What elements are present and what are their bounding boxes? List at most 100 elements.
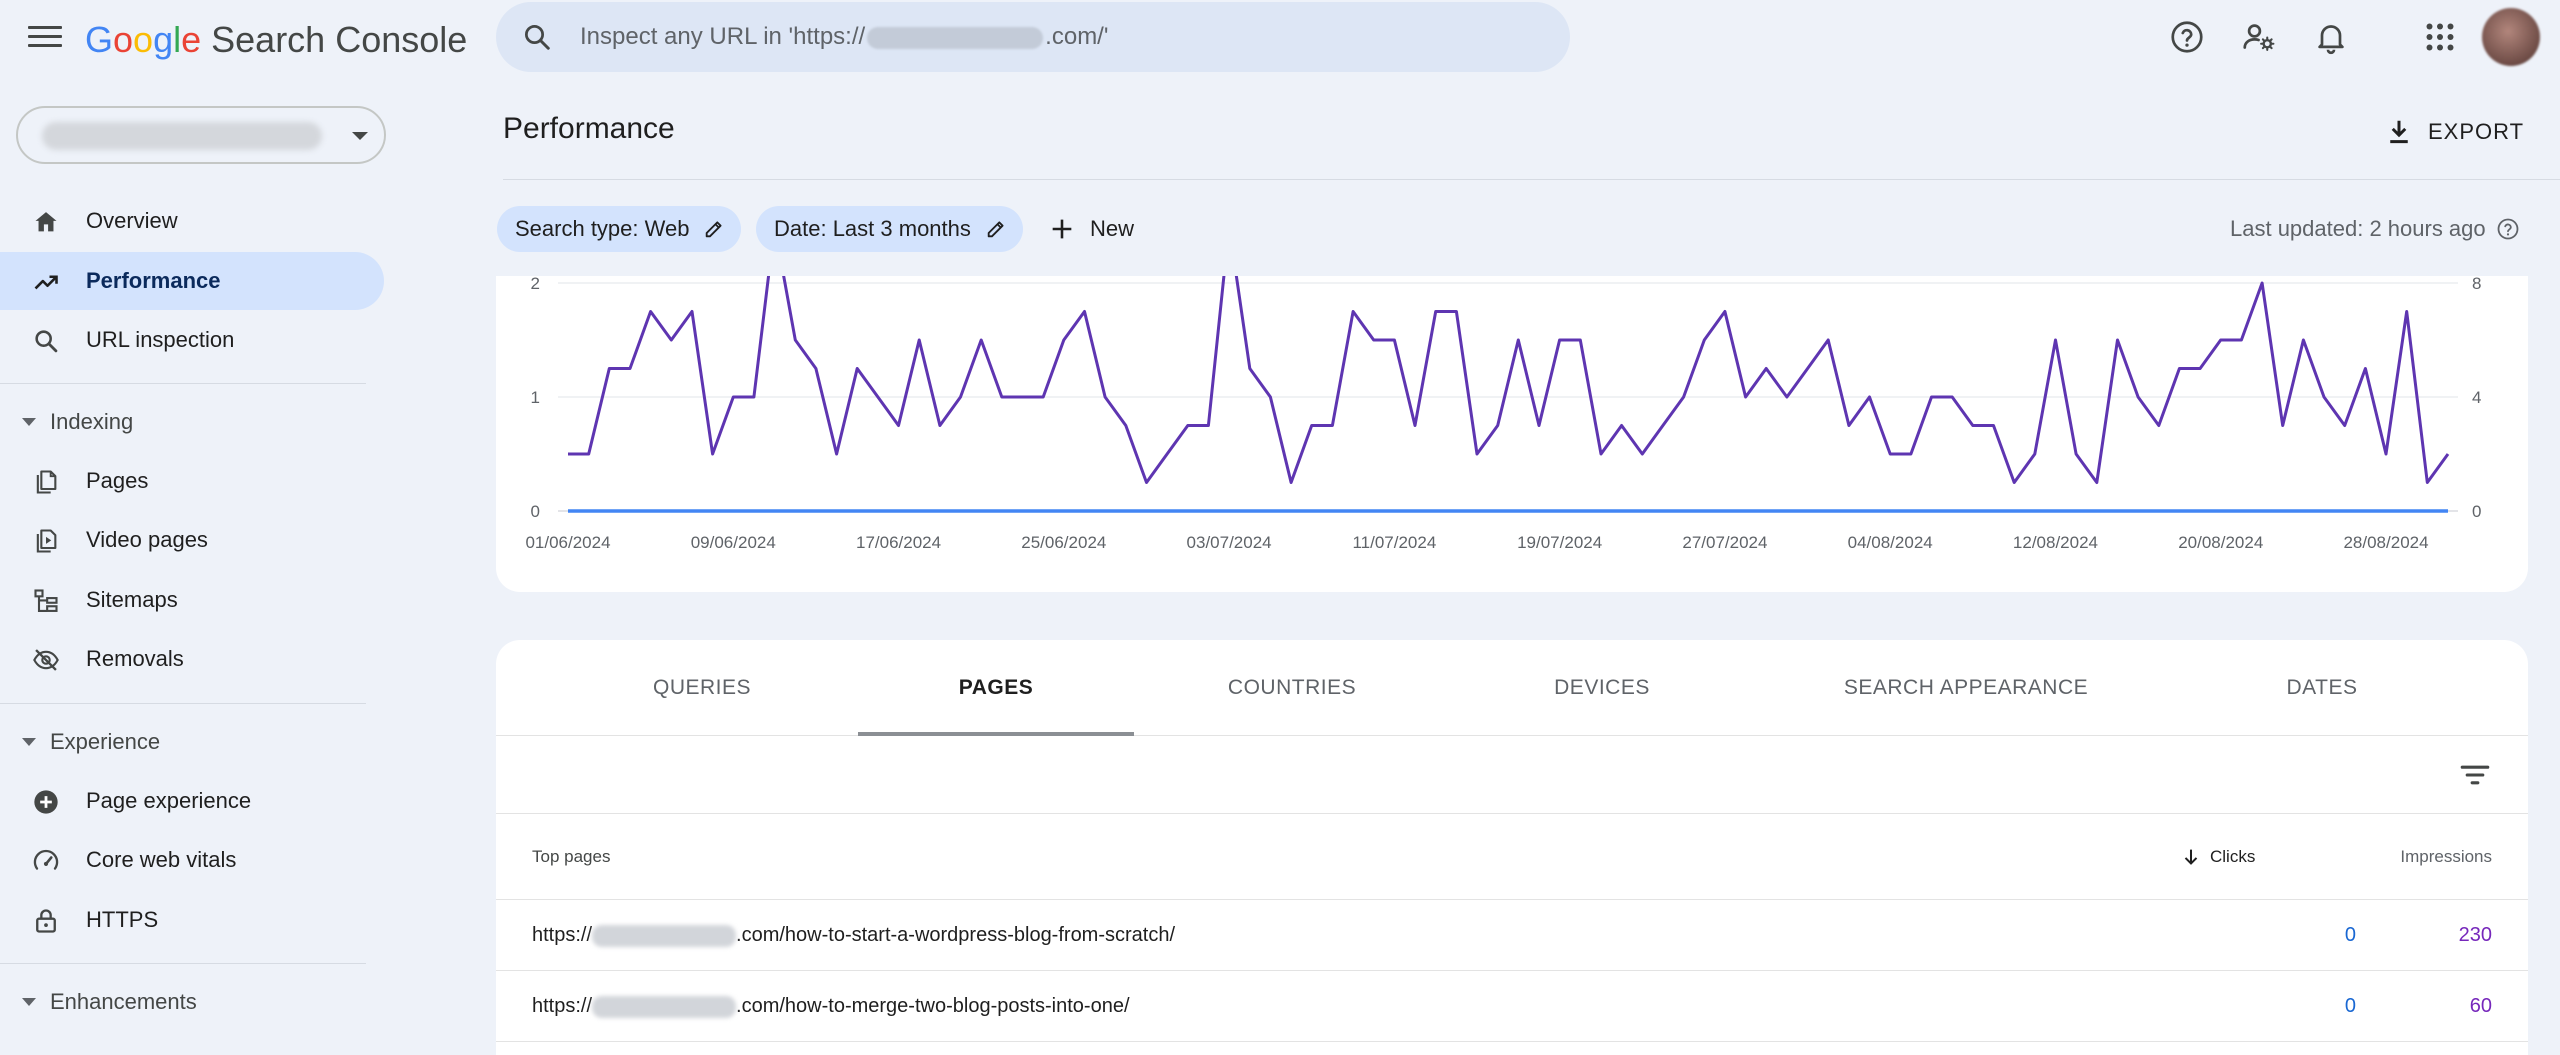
search-placeholder[interactable]: Inspect any URL in 'https:// .com/' [580, 2, 1108, 72]
sidebar-section-indexing[interactable]: Indexing [0, 396, 380, 448]
tab-pages[interactable]: PAGES [858, 640, 1134, 736]
url-path: .com/how-to-start-a-wordpress-blog-from-… [736, 924, 1176, 946]
x-tick-label: 17/06/2024 [856, 533, 941, 552]
sidebar-section-label: Experience [50, 729, 161, 754]
logo-letter: o [113, 19, 134, 60]
sidebar-item-url-inspection[interactable]: URL inspection [0, 311, 384, 369]
y-left-tick-label: 0 [531, 502, 540, 521]
page-title: Performance [503, 112, 675, 145]
sidebar-item-removals[interactable]: Removals [0, 630, 384, 688]
logo-letter: G [85, 19, 114, 60]
search-placeholder-suffix: .com/' [1045, 23, 1109, 50]
sidebar-item-label: Sitemaps [86, 587, 178, 612]
table-row[interactable]: https:// .com/how-to-start-a-wordpress-bl… [496, 900, 2528, 971]
edit-pencil-icon[interactable] [985, 218, 1007, 240]
column-header-clicks[interactable]: Clicks [2180, 814, 2255, 900]
video-icon [36, 529, 57, 553]
dimension-tabs: QUERIES PAGES COUNTRIES DEVICES SEARCH A… [496, 640, 2528, 736]
table-header: Top pages Clicks Impressions [496, 814, 2528, 900]
table-row[interactable]: https:// .com/how-to-merge-two-blog-posts… [496, 971, 2528, 1042]
redacted-domain [592, 995, 737, 1018]
sidebar-divider [0, 963, 366, 964]
sidebar-item-label: Overview [86, 208, 178, 233]
clicks-value: 0 [2344, 995, 2356, 1017]
tab-dates[interactable]: DATES [2216, 640, 2428, 736]
x-tick-label: 11/07/2024 [1352, 533, 1436, 552]
filter-icon[interactable] [2458, 758, 2492, 792]
hamburger-menu-icon[interactable] [28, 22, 62, 50]
x-tick-label: 01/06/2024 [525, 533, 610, 552]
sidebar-item-page-experience[interactable]: Page experience [0, 772, 384, 830]
export-label: EXPORT [2428, 119, 2525, 144]
x-tick-label: 19/07/2024 [1517, 533, 1602, 552]
x-tick-label: 25/06/2024 [1021, 533, 1106, 552]
sidebar-item-overview[interactable]: Overview [0, 192, 384, 250]
download-icon [2390, 120, 2408, 144]
app-logo[interactable]: Google Search Console [85, 18, 467, 62]
sidebar-item-label: Core web vitals [86, 847, 237, 872]
sidebar-divider [0, 703, 366, 704]
bell-icon[interactable] [2313, 19, 2349, 55]
page-url[interactable]: https:// .com/how-to-merge-two-blog-posts… [532, 971, 1130, 1042]
performance-chart[interactable]: 0 1 2 0 4 8 01/06/2024 09/06/2024 17/06/2024 25/0… [496, 276, 2528, 592]
sidebar-item-label: Removals [86, 646, 184, 671]
date-range-chip[interactable]: Date: Last 3 months [756, 206, 1023, 252]
sidebar-item-pages[interactable]: Pages [0, 452, 384, 510]
url-path: .com/how-to-merge-two-blog-posts-into-on… [736, 995, 1130, 1017]
arrow-down-icon [2184, 849, 2198, 865]
y-right-tick-label: 8 [2472, 276, 2481, 293]
apps-grid-icon[interactable] [2422, 19, 2458, 55]
column-header-impressions[interactable]: Impressions [2332, 814, 2492, 900]
tab-queries[interactable]: QUERIES [596, 640, 808, 736]
plus-circle-icon [34, 790, 58, 814]
new-filter-button[interactable]: New [1048, 206, 1134, 252]
redacted-domain [592, 924, 737, 947]
gauge-icon [33, 849, 59, 870]
logo-letter: o [133, 19, 154, 60]
last-updated-text: Last updated: 2 hours ago [2230, 216, 2486, 241]
url-inspect-search-bar[interactable]: Inspect any URL in 'https:// .com/' [496, 2, 1570, 72]
tab-search-appearance[interactable]: SEARCH APPEARANCE [1826, 640, 2106, 736]
edit-pencil-icon[interactable] [703, 218, 725, 240]
x-tick-label: 27/07/2024 [1682, 533, 1767, 552]
last-updated: Last updated: 2 hours ago [2230, 206, 2520, 252]
sidebar-section-label: Indexing [50, 409, 134, 434]
manage-users-icon[interactable] [2241, 19, 2277, 55]
sidebar-item-https[interactable]: HTTPS [0, 891, 384, 949]
chip-label: Date: Last 3 months [774, 216, 971, 241]
account-avatar[interactable] [2482, 8, 2540, 66]
sidebar-section-experience[interactable]: Experience [0, 716, 380, 768]
sidebar-item-label: Pages [86, 468, 149, 493]
sidebar-item-performance[interactable]: Performance [0, 252, 384, 310]
help-icon[interactable] [2169, 19, 2205, 55]
search-type-chip[interactable]: Search type: Web [497, 206, 742, 252]
dimensions-table-card: QUERIES PAGES COUNTRIES DEVICES SEARCH A… [496, 640, 2528, 1055]
tab-countries[interactable]: COUNTRIES [1186, 640, 1398, 736]
header-divider [503, 179, 2560, 180]
column-header-label: Clicks [2210, 847, 2256, 866]
sidebar-item-label: Video pages [86, 527, 208, 552]
sidebar-item-video-pages[interactable]: Video pages [0, 511, 384, 569]
sidebar-section-enhancements[interactable]: Enhancements [0, 976, 380, 1028]
x-tick-label: 12/08/2024 [2013, 533, 2098, 552]
x-tick-label: 03/07/2024 [1187, 533, 1272, 552]
property-selector[interactable] [16, 106, 386, 164]
home-icon [35, 212, 57, 232]
trending-up-icon [34, 275, 58, 290]
logo-letter: g [153, 19, 174, 60]
lock-icon [36, 909, 56, 933]
help-icon[interactable] [2496, 217, 2520, 241]
export-button[interactable]: EXPORT [2384, 110, 2524, 154]
logo-letter: l [173, 19, 182, 60]
chip-label: Search type: Web [515, 216, 690, 241]
sidebar-divider [0, 383, 366, 384]
tab-devices[interactable]: DEVICES [1496, 640, 1708, 736]
redacted-domain [867, 26, 1044, 49]
sidebar-item-sitemaps[interactable]: Sitemaps [0, 571, 384, 629]
page-url[interactable]: https:// .com/how-to-start-a-wordpress-bl… [532, 900, 1175, 971]
url-prefix: https:// [532, 924, 593, 946]
sidebar-item-core-web-vitals[interactable]: Core web vitals [0, 831, 384, 889]
eye-off-icon [33, 649, 59, 671]
search-placeholder-prefix: Inspect any URL in 'https:// [580, 23, 866, 50]
search-icon[interactable] [522, 22, 552, 52]
